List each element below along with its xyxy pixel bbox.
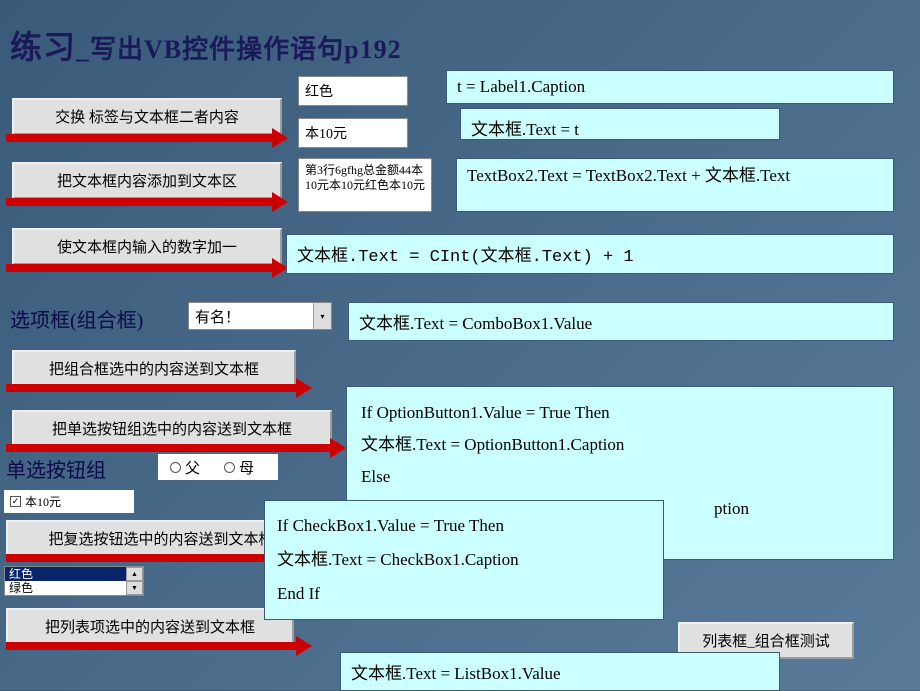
- listbox[interactable]: 红色 绿色 ▲ ▼: [4, 566, 144, 596]
- radio-icon: [224, 462, 235, 473]
- code-line: If CheckBox1.Value = True Then: [277, 509, 651, 543]
- title-sub: _写出VB控件操作语句p192: [76, 35, 402, 64]
- spinner-buttons: ▲ ▼: [126, 567, 143, 595]
- arrow-icon: [6, 134, 274, 142]
- code-textbox-t: 文本框.Text = t: [460, 108, 780, 140]
- code-combo: 文本框.Text = ComboBox1.Value: [348, 302, 894, 341]
- combo-send-button[interactable]: 把组合框选中的内容送到文本框: [12, 350, 296, 387]
- checkbox-icon: ✓: [10, 496, 21, 507]
- radio-label-1: 父: [185, 457, 200, 478]
- radio-group-label: 单选按钮组: [6, 454, 106, 483]
- radio-label-2: 母: [239, 457, 254, 478]
- red-input[interactable]: 红色: [298, 76, 408, 106]
- arrow-icon: [6, 444, 332, 452]
- radio-option-mother[interactable]: 母: [224, 457, 254, 478]
- price-input[interactable]: 本10元: [298, 118, 408, 148]
- checkbox-item[interactable]: ✓ 本10元: [4, 490, 134, 513]
- code-line: End If: [277, 577, 651, 611]
- arrow-icon: [6, 264, 274, 272]
- list-item[interactable]: 绿色: [5, 581, 126, 595]
- arrow-icon: [6, 198, 274, 206]
- page-title: 练习_写出VB控件操作语句p192: [10, 22, 402, 68]
- code-line: Else: [361, 461, 879, 493]
- arrow-icon: [6, 642, 298, 650]
- increment-button[interactable]: 使文本框内输入的数字加一: [12, 228, 282, 265]
- code-cint: 文本框.Text = CInt(文本框.Text) + 1: [286, 234, 894, 274]
- combo-value: 有名！: [189, 303, 313, 330]
- title-main: 练习: [10, 29, 76, 65]
- chevron-down-icon[interactable]: ▼: [126, 581, 143, 595]
- code-line: 文本框.Text = OptionButton1.Caption: [361, 429, 879, 461]
- swap-button[interactable]: 交换 标签与文本框二者内容: [12, 98, 282, 135]
- chevron-up-icon[interactable]: ▲: [126, 567, 143, 581]
- code-checkbox: If CheckBox1.Value = True Then 文本框.Text …: [264, 500, 664, 620]
- arrow-icon: [6, 384, 298, 392]
- code-line: If OptionButton1.Value = True Then: [361, 397, 879, 429]
- radio-group: 父 母: [158, 454, 278, 480]
- multiline-input[interactable]: 第3行6gfhg总金额44本10元本10元红色本10元: [298, 158, 432, 212]
- radio-option-father[interactable]: 父: [170, 457, 200, 478]
- code-append: TextBox2.Text = TextBox2.Text + 文本框.Text: [456, 158, 894, 212]
- code-line: 文本框.Text = CheckBox1.Caption: [277, 543, 651, 577]
- radio-icon: [170, 462, 181, 473]
- combo-label: 选项框(组合框): [10, 304, 143, 333]
- code-listbox: 文本框.Text = ListBox1.Value: [340, 652, 780, 691]
- code-t-assign: t = Label1.Caption: [446, 70, 894, 104]
- checkbox-label: 本10元: [25, 493, 61, 510]
- list-send-button[interactable]: 把列表项选中的内容送到文本框: [6, 608, 294, 645]
- radio-send-button[interactable]: 把单选按钮组选中的内容送到文本框: [12, 410, 332, 447]
- combobox[interactable]: 有名！ ▾: [188, 302, 332, 330]
- append-button[interactable]: 把文本框内容添加到文本区: [12, 162, 282, 199]
- chevron-down-icon[interactable]: ▾: [313, 303, 331, 329]
- list-item-selected[interactable]: 红色: [5, 567, 126, 581]
- listbox-content: 红色 绿色: [5, 567, 126, 595]
